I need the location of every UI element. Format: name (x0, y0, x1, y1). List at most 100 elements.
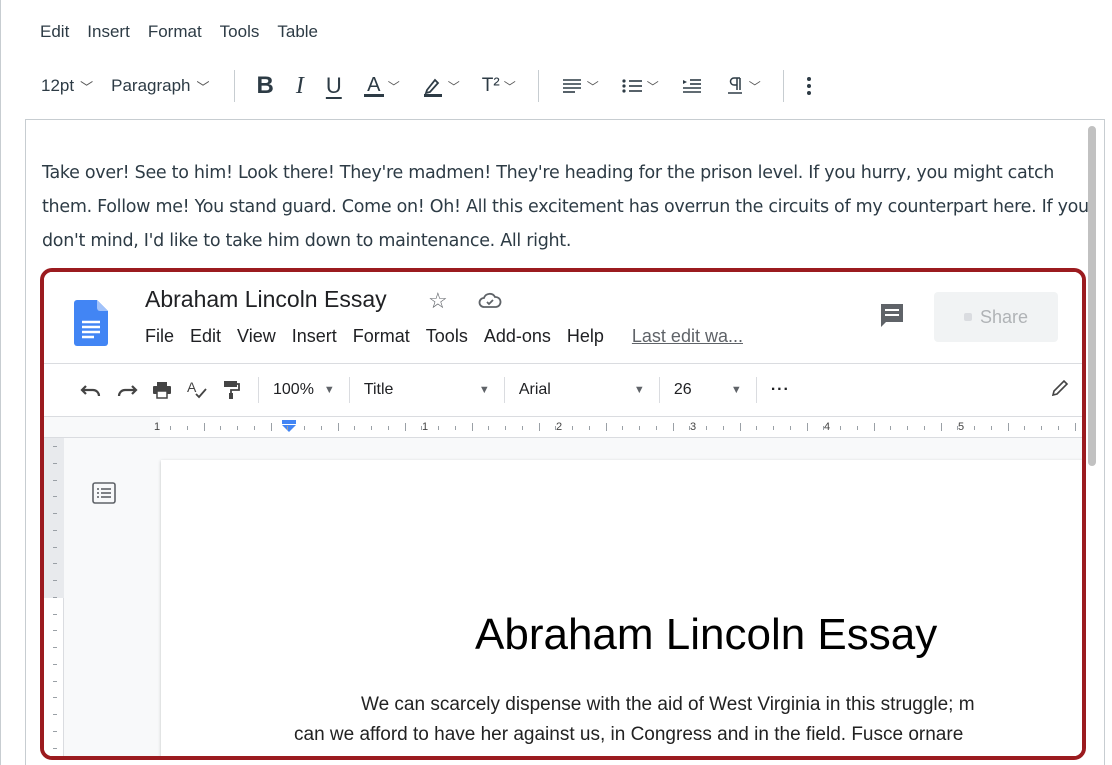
ruler-tick (53, 730, 57, 732)
ruler-number: 5 (958, 421, 965, 433)
chevron-down-icon: ﹀ (387, 79, 400, 94)
list-button[interactable]: ﹀ (621, 77, 659, 95)
paint-format-icon[interactable] (222, 380, 240, 400)
ruler-tick (923, 426, 925, 430)
style-value: Title (363, 381, 394, 398)
gdoc-header: Abraham Lincoln Essay ☆ File Edit View I… (44, 272, 1082, 364)
ruler-tick (806, 423, 808, 431)
highlight-color-button[interactable]: ﹀ (422, 75, 460, 97)
gdoc-menu-insert[interactable]: Insert (292, 326, 337, 347)
indent-button[interactable] (681, 77, 703, 95)
block-format-dropdown[interactable]: Paragraph ﹀ (111, 76, 209, 96)
document-outline-icon[interactable] (92, 482, 116, 504)
ruler-tick (957, 426, 959, 430)
document-page[interactable]: Abraham Lincoln Essay We can scarcely di… (161, 460, 1082, 756)
ruler-tick (53, 630, 57, 632)
ruler-tick (605, 423, 607, 431)
vertical-ruler[interactable] (44, 438, 64, 756)
superscript-button[interactable]: T² ﹀ (482, 75, 516, 97)
ruler-tick (438, 426, 439, 430)
ruler-tick (253, 426, 255, 430)
ruler-tick (203, 423, 205, 431)
menu-insert[interactable]: Insert (87, 22, 130, 42)
underline-button[interactable]: U (326, 73, 342, 99)
ruler-tick (1074, 423, 1076, 431)
redo-icon[interactable] (116, 382, 138, 398)
ruler-tick (655, 426, 657, 430)
toolbar-divider (233, 70, 235, 102)
font-dropdown[interactable]: Arial ▼ (519, 381, 645, 399)
ruler-tick (53, 479, 57, 481)
text-direction-button[interactable]: ﹀ (725, 76, 761, 96)
zoom-value: 100% (273, 381, 314, 398)
ruler-tick (53, 697, 57, 699)
menu-edit[interactable]: Edit (40, 22, 69, 42)
ruler-tick (421, 426, 423, 430)
bold-button[interactable]: B (257, 72, 274, 100)
gdoc-menu-view[interactable]: View (237, 326, 276, 347)
cloud-saved-icon[interactable] (478, 292, 502, 310)
embedded-google-doc-image[interactable]: Abraham Lincoln Essay ☆ File Edit View I… (40, 268, 1086, 760)
ruler-tick (220, 426, 222, 430)
lock-icon (963, 313, 972, 321)
ruler-tick (471, 423, 473, 431)
indent-marker-icon[interactable] (281, 420, 297, 432)
gdoc-menu-tools[interactable]: Tools (426, 326, 468, 347)
chevron-down-icon: ﹀ (503, 79, 516, 94)
menu-format[interactable]: Format (148, 22, 202, 42)
pencil-icon[interactable] (1050, 378, 1070, 398)
toolbar-divider (503, 377, 505, 403)
editor-toolbar: 12pt ﹀ Paragraph ﹀ B I U A ﹀ ﹀ T² ﹀ ﹀ ﹀ … (41, 68, 834, 104)
font-size-dropdown[interactable]: 12pt ﹀ (41, 76, 93, 96)
ruler-tick (974, 426, 975, 430)
more-options-button[interactable] (806, 76, 812, 96)
ruler-tick (521, 426, 523, 430)
gdoc-menu-addons[interactable]: Add-ons (484, 326, 551, 347)
share-button[interactable]: Share (934, 292, 1058, 342)
horizontal-ruler[interactable]: 1 1 2 3 4 5 (44, 416, 1082, 438)
star-icon[interactable]: ☆ (428, 288, 448, 314)
gdoc-menu-file[interactable]: File (145, 326, 174, 347)
ruler-tick (53, 680, 57, 682)
align-button[interactable]: ﹀ (561, 77, 599, 95)
gdoc-title[interactable]: Abraham Lincoln Essay (145, 286, 387, 313)
ruler-tick (789, 426, 791, 430)
font-size-dropdown[interactable]: 26 ▼ (674, 381, 742, 399)
text-color-bar (363, 93, 384, 97)
ruler-number: 3 (690, 421, 697, 433)
last-edit-link[interactable]: Last edit wa... (632, 326, 743, 347)
gdoc-menu-format[interactable]: Format (353, 326, 410, 347)
caret-down-icon: ▼ (323, 384, 335, 396)
more-tools-button[interactable]: ··· (771, 381, 790, 399)
comment-icon[interactable] (879, 302, 905, 328)
print-icon[interactable] (152, 381, 172, 399)
zoom-dropdown[interactable]: 100% ▼ (273, 381, 335, 399)
ruler-tick (53, 563, 57, 565)
gdoc-menu-help[interactable]: Help (567, 326, 604, 347)
ruler-tick (739, 423, 741, 431)
ruler-tick (320, 426, 322, 430)
underline-icon: U (325, 73, 342, 98)
ruler-tick (689, 426, 691, 430)
ruler-tick (639, 426, 640, 430)
ruler-tick (53, 529, 57, 531)
menu-tools[interactable]: Tools (220, 22, 260, 42)
ruler-number: 2 (556, 421, 563, 433)
ruler-tick (672, 423, 674, 431)
ruler-tick (940, 423, 942, 431)
menu-table[interactable]: Table (277, 22, 318, 42)
text-color-button[interactable]: A ﹀ (363, 75, 400, 97)
indent-icon (682, 79, 701, 93)
gdoc-menu-edit[interactable]: Edit (190, 326, 221, 347)
ruler-tick (53, 714, 57, 715)
spellcheck-icon[interactable]: A (186, 380, 208, 400)
italic-button[interactable]: I (296, 73, 304, 100)
undo-icon[interactable] (80, 382, 102, 398)
chevron-down-icon: ﹀ (196, 79, 210, 95)
ruler-tick (773, 426, 774, 430)
ruler-tick (488, 426, 490, 430)
ruler-tick (1007, 423, 1009, 431)
align-left-icon (562, 79, 581, 93)
style-dropdown[interactable]: Title ▼ (364, 381, 490, 399)
ruler-tick (823, 426, 825, 430)
